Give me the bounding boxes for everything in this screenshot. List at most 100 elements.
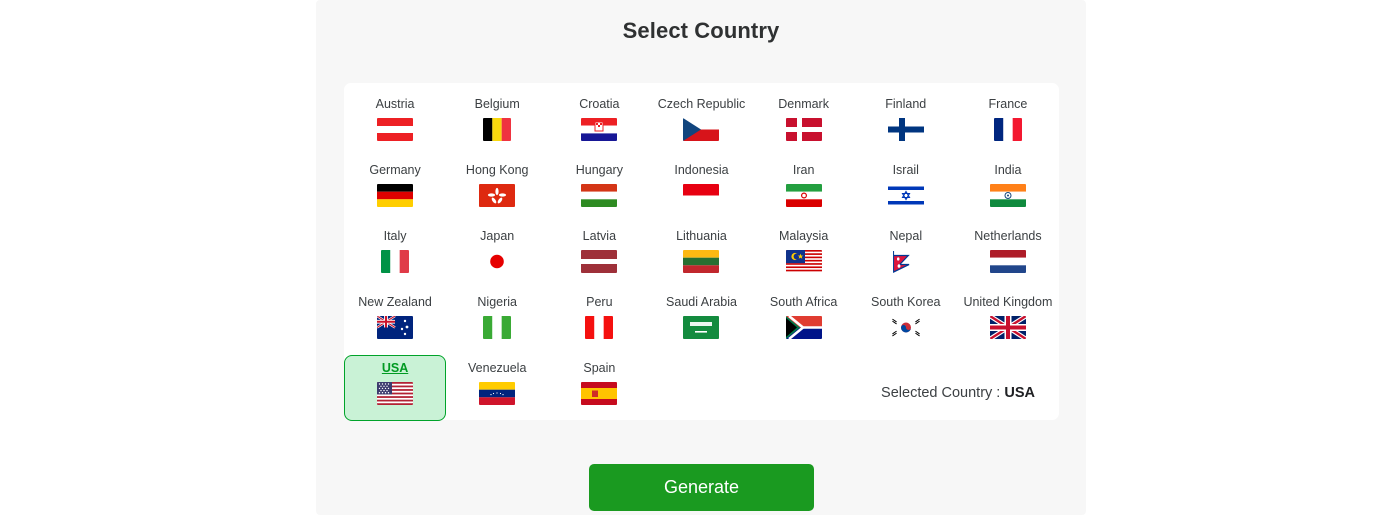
selected-country-readout: Selected Country : USA — [881, 385, 1035, 401]
flag-hu-icon — [581, 184, 618, 207]
country-label: France — [988, 97, 1028, 111]
country-label: Czech Republic — [657, 97, 746, 111]
country-grid-card: Austria Belgium Croatia Czech Republic Denma… — [344, 83, 1059, 421]
flag-lv-icon — [581, 250, 618, 273]
screen: Select Country Austria Belgium Croatia Czec… — [0, 0, 1400, 515]
flag-in-icon — [989, 184, 1026, 207]
country-label: South Korea — [871, 295, 941, 309]
flag-es-icon — [581, 382, 618, 405]
flag-dk-icon — [785, 118, 822, 141]
selected-country-value: USA — [1004, 385, 1035, 401]
country-label: Finland — [885, 97, 927, 111]
country-label: Israil — [892, 163, 919, 177]
flag-pe-icon — [585, 316, 614, 339]
country-cell-croatia[interactable]: Croatia — [548, 91, 650, 157]
country-cell-japan[interactable]: Japan — [446, 223, 548, 289]
country-label: Austria — [375, 97, 415, 111]
country-cell-saudi-arabia[interactable]: Saudi Arabia — [650, 289, 752, 355]
flag-it-icon — [381, 250, 410, 273]
country-cell-iran[interactable]: Iran — [753, 157, 855, 223]
country-cell-belgium[interactable]: Belgium — [446, 91, 548, 157]
country-cell-usa[interactable]: USA — [344, 355, 447, 421]
country-label: Peru — [586, 295, 613, 309]
country-cell-spain[interactable]: Spain — [548, 355, 650, 421]
country-cell-malaysia[interactable]: Malaysia — [753, 223, 855, 289]
flag-de-icon — [377, 184, 414, 207]
flag-hr-icon — [581, 118, 618, 141]
country-cell-italy[interactable]: Italy — [344, 223, 446, 289]
flag-at-icon — [377, 118, 414, 141]
country-cell-lithuania[interactable]: Lithuania — [650, 223, 752, 289]
country-cell-nigeria[interactable]: Nigeria — [446, 289, 548, 355]
flag-fi-icon — [887, 118, 924, 141]
flag-gb-icon — [989, 316, 1026, 339]
country-label: Belgium — [474, 97, 520, 111]
flag-be-icon — [483, 118, 512, 141]
selected-country-label: Selected Country : — [881, 385, 1001, 401]
country-cell-peru[interactable]: Peru — [548, 289, 650, 355]
country-cell-venezuela[interactable]: Venezuela — [446, 355, 548, 421]
country-cell-united-kingdom[interactable]: United Kingdom — [957, 289, 1059, 355]
flag-sa-icon — [683, 316, 720, 339]
country-label: USA — [381, 361, 409, 375]
flag-ve-icon — [479, 382, 516, 405]
generate-button[interactable]: Generate — [589, 464, 814, 511]
flag-ng-icon — [483, 316, 512, 339]
flag-nl-icon — [989, 250, 1026, 273]
country-label: Japan — [480, 229, 515, 243]
country-cell-israil[interactable]: Israil — [855, 157, 957, 223]
country-cell-netherlands[interactable]: Netherlands — [957, 223, 1059, 289]
country-label: Nigeria — [477, 295, 518, 309]
country-label: Croatia — [579, 97, 620, 111]
flag-fr-icon — [993, 118, 1022, 141]
flag-my-icon — [785, 250, 822, 273]
flag-nz-icon — [377, 316, 414, 339]
flag-kr-icon — [887, 316, 924, 339]
country-cell-latvia[interactable]: Latvia — [548, 223, 650, 289]
flag-cz-icon — [683, 118, 720, 141]
country-grid: Austria Belgium Croatia Czech Republic Denma… — [344, 91, 1059, 421]
country-label: Netherlands — [974, 229, 1042, 243]
country-label: Malaysia — [778, 229, 829, 243]
country-cell-india[interactable]: India — [957, 157, 1059, 223]
country-label: Italy — [383, 229, 407, 243]
page-title: Select Country — [622, 18, 780, 43]
flag-lt-icon — [683, 250, 720, 273]
flag-hk-icon — [479, 184, 516, 207]
flag-us-icon — [377, 382, 414, 405]
country-label: Denmark — [778, 97, 829, 111]
country-label: New Zealand — [358, 295, 432, 309]
country-label: Lithuania — [676, 229, 727, 243]
country-label: Hungary — [575, 163, 623, 177]
country-label: Spain — [583, 361, 616, 375]
country-label: Saudi Arabia — [666, 295, 737, 309]
country-label: Germany — [369, 163, 421, 177]
country-cell-germany[interactable]: Germany — [344, 157, 446, 223]
country-selector-panel: Select Country Austria Belgium Croatia Czec… — [316, 0, 1086, 515]
country-cell-south-korea[interactable]: South Korea — [855, 289, 957, 355]
flag-np-icon — [892, 251, 910, 273]
country-cell-austria[interactable]: Austria — [344, 91, 446, 157]
country-cell-czech-republic[interactable]: Czech Republic — [650, 91, 752, 157]
country-cell-south-africa[interactable]: South Africa — [753, 289, 855, 355]
country-cell-france[interactable]: France — [957, 91, 1059, 157]
country-label: Venezuela — [468, 361, 527, 375]
country-label: Nepal — [889, 229, 923, 243]
country-cell-nepal[interactable]: Nepal — [855, 223, 957, 289]
flag-ir-icon — [785, 184, 822, 207]
flag-jp-icon — [479, 250, 516, 273]
country-cell-hungary[interactable]: Hungary — [548, 157, 650, 223]
country-cell-finland[interactable]: Finland — [855, 91, 957, 157]
country-cell-denmark[interactable]: Denmark — [753, 91, 855, 157]
flag-id-icon — [683, 184, 720, 207]
country-label: South Africa — [769, 295, 838, 309]
country-cell-hong-kong[interactable]: Hong Kong — [446, 157, 548, 223]
country-label: Indonesia — [674, 163, 729, 177]
country-label: India — [994, 163, 1022, 177]
country-label: Iran — [792, 163, 815, 177]
flag-za-icon — [785, 316, 822, 339]
country-cell-new-zealand[interactable]: New Zealand — [344, 289, 446, 355]
country-label: Latvia — [582, 229, 617, 243]
country-label: United Kingdom — [963, 295, 1053, 309]
country-cell-indonesia[interactable]: Indonesia — [650, 157, 752, 223]
